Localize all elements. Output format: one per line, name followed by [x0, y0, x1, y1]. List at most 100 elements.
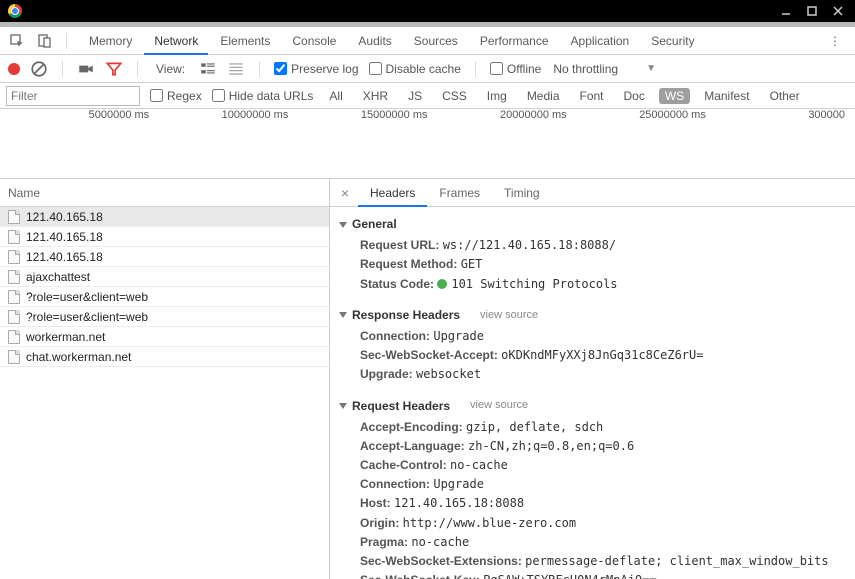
filter-type-img[interactable]: Img — [481, 88, 513, 104]
waterfall-icon[interactable] — [227, 60, 245, 78]
timeline-overview[interactable]: 5000000 ms10000000 ms15000000 ms20000000… — [0, 109, 855, 179]
throttling-select[interactable]: No throttling▼ — [553, 62, 656, 76]
request-row[interactable]: ajaxchattest — [0, 267, 329, 287]
request-url-value: ws://121.40.165.18:8088/ — [443, 238, 616, 252]
header-row: Accept-Encoding: gzip, deflate, sdch — [340, 418, 845, 437]
header-value: permessage-deflate; client_max_window_bi… — [525, 554, 828, 568]
filter-type-ws[interactable]: WS — [659, 88, 690, 104]
header-row: Sec-WebSocket-Key: PgSAW+TSYRFcU0N4rMpAj… — [340, 571, 845, 579]
minimize-button[interactable] — [773, 2, 799, 20]
preserve-log-label: Preserve log — [291, 62, 358, 76]
filter-type-css[interactable]: CSS — [436, 88, 473, 104]
header-value: no-cache — [411, 535, 469, 549]
devtools-tabs-row: MemoryNetworkElementsConsoleAuditsSource… — [0, 27, 855, 55]
clear-icon[interactable] — [30, 60, 48, 78]
tab-console[interactable]: Console — [282, 27, 346, 55]
response-headers-section: Response Headersview source Connection: … — [340, 306, 845, 385]
detail-tab-headers[interactable]: Headers — [358, 179, 427, 207]
close-detail-button[interactable]: × — [336, 184, 354, 202]
request-row[interactable]: 121.40.165.18 — [0, 247, 329, 267]
request-row[interactable]: workerman.net — [0, 327, 329, 347]
header-value: Upgrade — [433, 329, 484, 343]
disable-cache-checkbox[interactable]: Disable cache — [369, 62, 461, 76]
separator — [475, 61, 476, 77]
view-source-link[interactable]: view source — [470, 397, 528, 415]
camera-icon[interactable] — [77, 60, 95, 78]
request-row[interactable]: 121.40.165.18 — [0, 227, 329, 247]
tab-sources[interactable]: Sources — [404, 27, 468, 55]
general-section-toggle[interactable]: General — [340, 215, 845, 234]
tab-memory[interactable]: Memory — [79, 27, 142, 55]
header-key: Sec-WebSocket-Key: — [360, 573, 480, 579]
large-rows-icon[interactable] — [199, 60, 217, 78]
device-toggle-icon[interactable] — [34, 30, 56, 52]
header-value: zh-CN,zh;q=0.8,en;q=0.6 — [468, 439, 634, 453]
preserve-log-checkbox[interactable]: Preserve log — [274, 62, 358, 76]
filter-icon[interactable] — [105, 60, 123, 78]
filter-type-all[interactable]: All — [323, 88, 348, 104]
inspect-icon[interactable] — [6, 30, 28, 52]
header-key: Sec-WebSocket-Extensions: — [360, 554, 522, 568]
tab-performance[interactable]: Performance — [470, 27, 559, 55]
status-code-value: 101 Switching Protocols — [451, 277, 617, 291]
view-source-link[interactable]: view source — [480, 307, 538, 325]
request-name: 121.40.165.18 — [26, 207, 103, 227]
regex-checkbox[interactable]: Regex — [150, 89, 202, 103]
filter-type-font[interactable]: Font — [574, 88, 610, 104]
general-section: General Request URL: ws://121.40.165.18:… — [340, 215, 845, 294]
filter-type-doc[interactable]: Doc — [618, 88, 651, 104]
regex-label: Regex — [167, 89, 202, 103]
request-row[interactable]: ?role=user&client=web — [0, 287, 329, 307]
triangle-icon — [339, 312, 347, 318]
network-toolbar: View: Preserve log Disable cache Offline… — [0, 55, 855, 83]
hide-data-urls-checkbox[interactable]: Hide data URLs — [212, 89, 314, 103]
request-row[interactable]: ?role=user&client=web — [0, 307, 329, 327]
filter-input[interactable] — [6, 86, 140, 106]
header-key: Accept-Language: — [360, 439, 465, 453]
general-title: General — [352, 215, 397, 234]
request-row[interactable]: 121.40.165.18 — [0, 207, 329, 227]
header-value: http://www.blue-zero.com — [403, 516, 576, 530]
header-key: Connection: — [360, 477, 430, 491]
request-method-key: Request Method: — [360, 257, 457, 271]
offline-label: Offline — [507, 62, 541, 76]
timeline-tick: 5000000 ms — [10, 109, 149, 125]
tab-audits[interactable]: Audits — [348, 27, 401, 55]
timeline-tick: 25000000 ms — [567, 109, 706, 125]
timeline-tick: 20000000 ms — [428, 109, 567, 125]
detail-tab-frames[interactable]: Frames — [427, 179, 492, 207]
header-row: Upgrade: websocket — [340, 365, 845, 384]
request-headers-toggle[interactable]: Request Headersview source — [340, 397, 845, 416]
header-key: Origin: — [360, 516, 399, 530]
chrome-icon — [8, 4, 22, 18]
offline-checkbox[interactable]: Offline — [490, 62, 541, 76]
request-row[interactable]: chat.workerman.net — [0, 347, 329, 367]
more-menu-icon[interactable]: ⋮ — [821, 34, 849, 48]
response-headers-toggle[interactable]: Response Headersview source — [340, 306, 845, 325]
filter-type-other[interactable]: Other — [764, 88, 806, 104]
detail-tab-timing[interactable]: Timing — [492, 179, 552, 207]
file-icon — [8, 210, 20, 224]
tab-security[interactable]: Security — [641, 27, 704, 55]
header-row: Host: 121.40.165.18:8088 — [340, 494, 845, 513]
name-column-header[interactable]: Name — [0, 179, 329, 207]
tab-elements[interactable]: Elements — [210, 27, 280, 55]
disable-cache-label: Disable cache — [386, 62, 461, 76]
header-row: Pragma: no-cache — [340, 533, 845, 552]
tab-application[interactable]: Application — [561, 27, 640, 55]
separator — [66, 33, 67, 49]
maximize-button[interactable] — [799, 2, 825, 20]
tab-network[interactable]: Network — [144, 27, 208, 55]
filter-type-manifest[interactable]: Manifest — [698, 88, 755, 104]
request-name: 121.40.165.18 — [26, 247, 103, 267]
filter-type-media[interactable]: Media — [521, 88, 566, 104]
filter-type-js[interactable]: JS — [402, 88, 428, 104]
close-button[interactable] — [825, 2, 851, 20]
record-button[interactable] — [8, 63, 20, 75]
header-key: Upgrade: — [360, 367, 413, 381]
triangle-icon — [339, 222, 347, 228]
chevron-down-icon: ▼ — [646, 63, 656, 74]
file-icon — [8, 330, 20, 344]
header-key: Pragma: — [360, 535, 408, 549]
filter-type-xhr[interactable]: XHR — [357, 88, 394, 104]
